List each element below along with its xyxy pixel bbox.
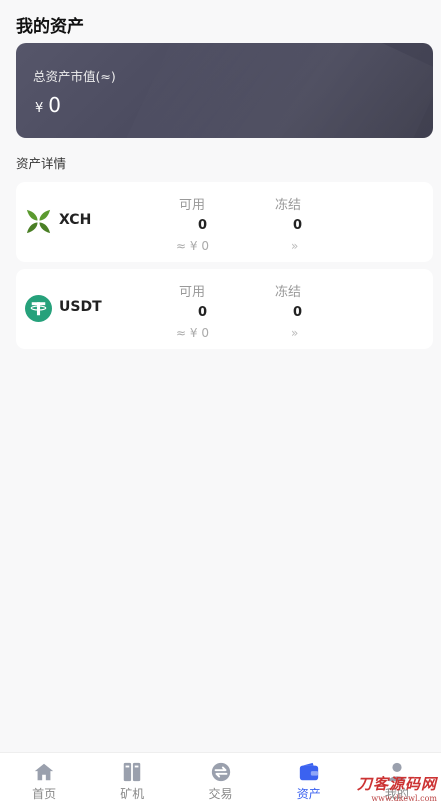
- watermark: 刀客源码网 www.dkewl.com: [357, 773, 437, 803]
- total-assets-amount: ¥ 0: [35, 93, 61, 117]
- chevron-right-icon[interactable]: »: [291, 326, 298, 340]
- approx-value: ≈ ¥ 0: [176, 239, 209, 253]
- tether-logo-icon: [25, 295, 52, 322]
- frozen-label: 冻结: [275, 285, 302, 300]
- card-decoration: [81, 43, 433, 138]
- watermark-main: 刀客源码网: [356, 775, 437, 793]
- available-label: 可用: [179, 285, 206, 300]
- currency-symbol: ¥: [35, 101, 44, 116]
- tab-label: 资产: [296, 787, 321, 801]
- asset-details-heading: 资产详情: [16, 156, 67, 171]
- exchange-icon: [211, 762, 230, 782]
- total-assets-value: 0: [48, 93, 62, 117]
- tab-exchange[interactable]: 交易: [176, 753, 264, 805]
- approx-value: ≈ ¥ 0: [176, 326, 209, 340]
- assets-page: 我的资产 总资产市值(≈) ¥ 0 资产详情 XCH 可用 冻结 0 0 ≈ ¥…: [0, 0, 441, 805]
- asset-name: USDT: [59, 299, 102, 315]
- chevron-right-icon[interactable]: »: [291, 239, 298, 253]
- frozen-label: 冻结: [275, 198, 302, 213]
- total-assets-label: 总资产市值(≈): [33, 69, 116, 84]
- asset-card-xch[interactable]: XCH 可用 冻结 0 0 ≈ ¥ 0 »: [16, 182, 433, 262]
- frozen-value: 0: [293, 305, 303, 320]
- watermark-url: www.dkewl.com: [371, 794, 437, 803]
- asset-name: XCH: [59, 212, 92, 228]
- tab-assets[interactable]: 资产: [265, 753, 353, 805]
- available-label: 可用: [179, 198, 206, 213]
- page-title: 我的资产: [16, 17, 84, 37]
- total-assets-card: 总资产市值(≈) ¥ 0: [16, 43, 433, 138]
- xch-logo-icon: [26, 209, 51, 234]
- tab-label: 首页: [32, 787, 57, 801]
- wallet-icon: [299, 762, 318, 781]
- available-value: 0: [198, 305, 208, 320]
- asset-card-usdt[interactable]: USDT 可用 冻结 0 0 ≈ ¥ 0 »: [16, 269, 433, 349]
- tab-miner[interactable]: 矿机: [88, 753, 176, 805]
- available-value: 0: [198, 218, 208, 233]
- frozen-value: 0: [293, 218, 303, 233]
- tab-label: 交易: [208, 787, 233, 801]
- tab-home[interactable]: 首页: [0, 753, 88, 805]
- tab-label: 矿机: [120, 787, 145, 801]
- home-icon: [34, 763, 54, 781]
- miner-icon: [124, 762, 141, 782]
